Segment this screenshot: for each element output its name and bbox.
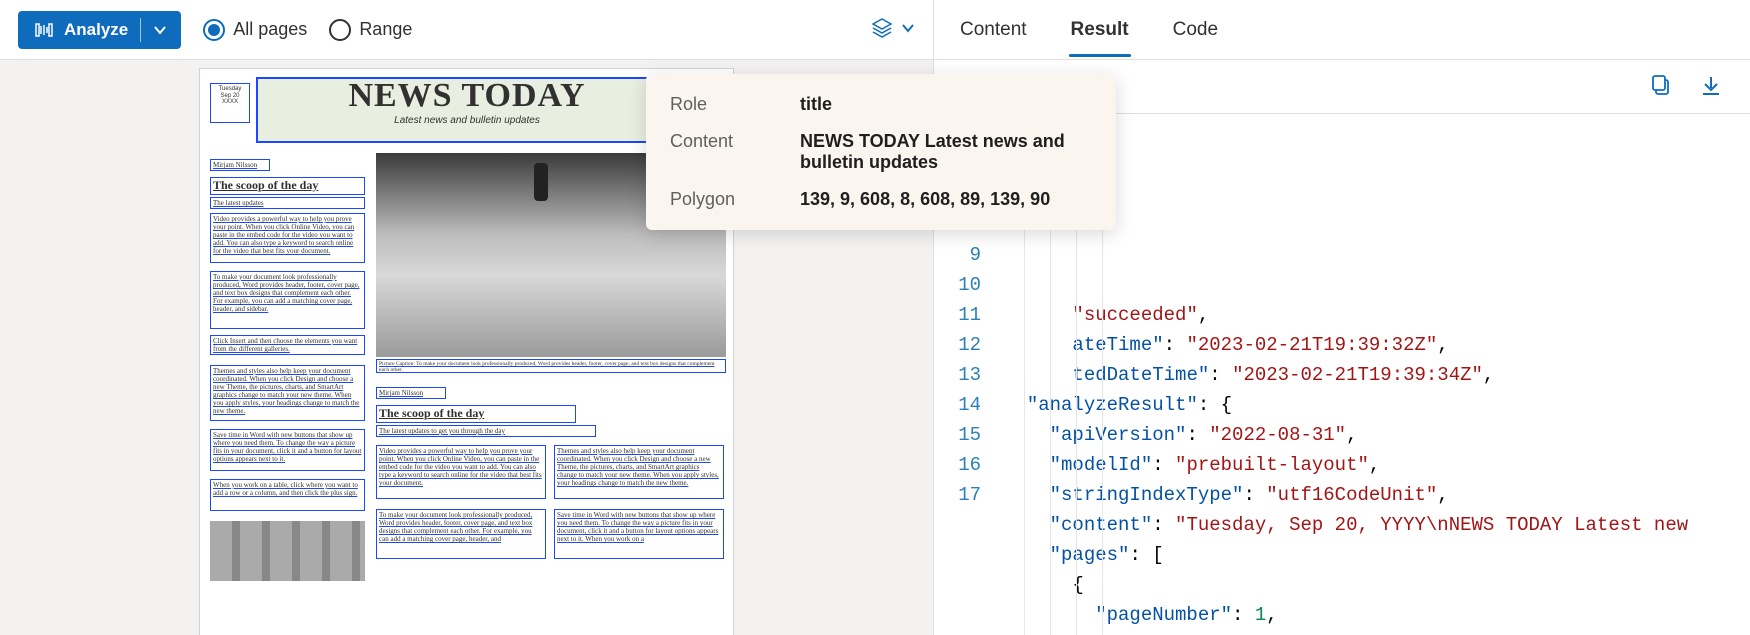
- section-heading[interactable]: The scoop of the day: [376, 405, 576, 423]
- analyze-icon: [34, 20, 54, 40]
- copy-icon[interactable]: [1650, 74, 1672, 99]
- para-box[interactable]: To make your document look professionall…: [376, 509, 546, 559]
- para-box[interactable]: Save time in Word with new buttons that …: [554, 509, 724, 559]
- layers-dropdown[interactable]: [871, 17, 915, 42]
- tab-content[interactable]: Content: [958, 19, 1029, 41]
- para-box[interactable]: To make your document look professionall…: [210, 271, 365, 329]
- para-box[interactable]: Video provides a powerful way to help yo…: [210, 213, 365, 263]
- radio-range-label: Range: [359, 19, 412, 40]
- newspaper-subtitle: Latest news and bulletin updates: [258, 115, 676, 126]
- radio-range[interactable]: Range: [329, 19, 412, 41]
- para-box[interactable]: When you work on a table, click where yo…: [210, 479, 365, 511]
- chevron-down-icon: [901, 21, 915, 38]
- tooltip-value: NEWS TODAY Latest news and bulletin upda…: [800, 131, 1092, 173]
- left-pane: Analyze All pages Range Tuesday Sep 20 X…: [0, 0, 934, 635]
- section-sub[interactable]: The latest updates: [210, 197, 365, 209]
- para-box[interactable]: Save time in Word with new buttons that …: [210, 429, 365, 471]
- tooltip-key: Role: [670, 94, 800, 115]
- radio-all-pages[interactable]: All pages: [203, 19, 307, 41]
- section-sub[interactable]: The latest updates to get you through th…: [376, 425, 596, 437]
- tooltip-key: Polygon: [670, 189, 800, 210]
- analyze-button[interactable]: Analyze: [18, 11, 181, 49]
- tab-result[interactable]: Result: [1069, 19, 1131, 41]
- author-box[interactable]: Mirjam Nilsson: [210, 159, 270, 171]
- layers-icon: [871, 17, 893, 42]
- tab-bar: Content Result Code: [934, 0, 1750, 60]
- element-tooltip: Role title Content NEWS TODAY Latest new…: [646, 74, 1116, 230]
- download-icon[interactable]: [1700, 74, 1722, 99]
- radio-all-label: All pages: [233, 19, 307, 40]
- chevron-down-icon[interactable]: [153, 23, 181, 37]
- tooltip-value: title: [800, 94, 1092, 115]
- image-box[interactable]: [210, 521, 365, 581]
- newspaper-title: NEWS TODAY: [258, 77, 676, 115]
- para-box[interactable]: Themes and styles also help keep your do…: [210, 365, 365, 421]
- section-heading[interactable]: The scoop of the day: [210, 177, 365, 195]
- tooltip-key: Content: [670, 131, 800, 173]
- tab-code[interactable]: Code: [1171, 19, 1220, 41]
- toolbar: Analyze All pages Range: [0, 0, 933, 60]
- author-box[interactable]: Mirjam Nilsson: [376, 387, 446, 399]
- analyze-label: Analyze: [64, 20, 128, 40]
- radio-circle-icon: [329, 19, 351, 41]
- para-box[interactable]: Themes and styles also help keep your do…: [554, 445, 724, 499]
- tooltip-value: 139, 9, 608, 8, 608, 89, 139, 90: [800, 189, 1092, 210]
- title-box[interactable]: NEWS TODAY Latest news and bulletin upda…: [256, 77, 678, 143]
- date-box[interactable]: Tuesday Sep 20 XXXX: [210, 83, 250, 123]
- para-box[interactable]: Video provides a powerful way to help yo…: [376, 445, 546, 499]
- analyze-split-divider: [140, 18, 141, 42]
- caption-box[interactable]: Picture Caption: To make your document l…: [376, 359, 726, 373]
- radio-circle-icon: [203, 19, 225, 41]
- para-box[interactable]: Click Insert and then choose the element…: [210, 335, 365, 355]
